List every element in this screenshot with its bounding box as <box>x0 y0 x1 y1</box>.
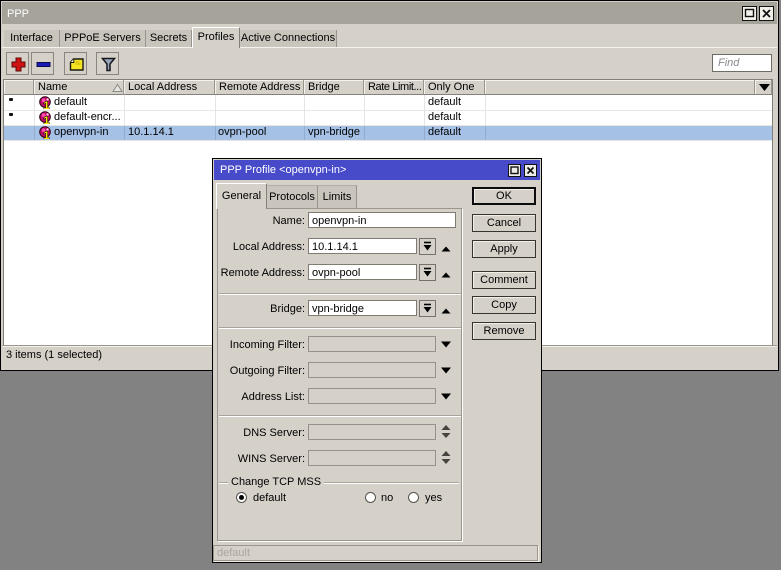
svg-text:1: 1 <box>43 100 49 109</box>
svg-text:1: 1 <box>43 115 49 124</box>
svg-text:1: 1 <box>43 130 49 139</box>
